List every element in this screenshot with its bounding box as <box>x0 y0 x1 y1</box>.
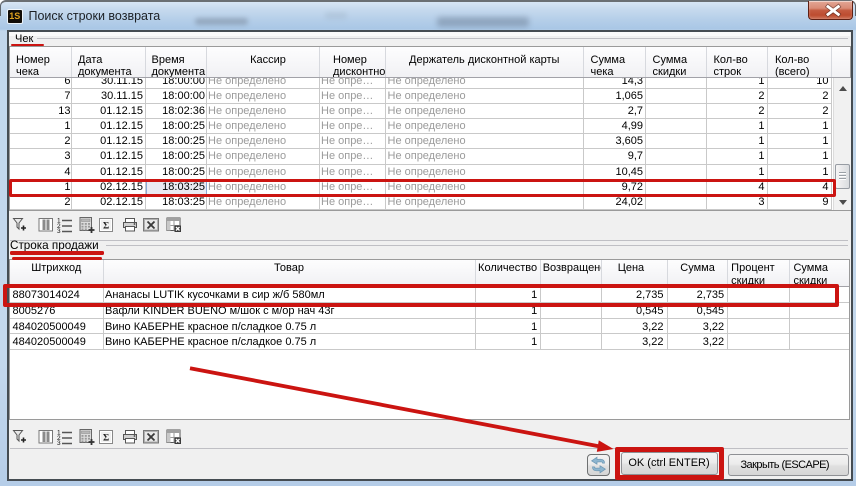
svg-text:3: 3 <box>57 228 61 233</box>
svg-text:3: 3 <box>57 440 61 445</box>
svg-text:Σ: Σ <box>103 221 109 231</box>
svg-text:Σ: Σ <box>103 433 109 443</box>
